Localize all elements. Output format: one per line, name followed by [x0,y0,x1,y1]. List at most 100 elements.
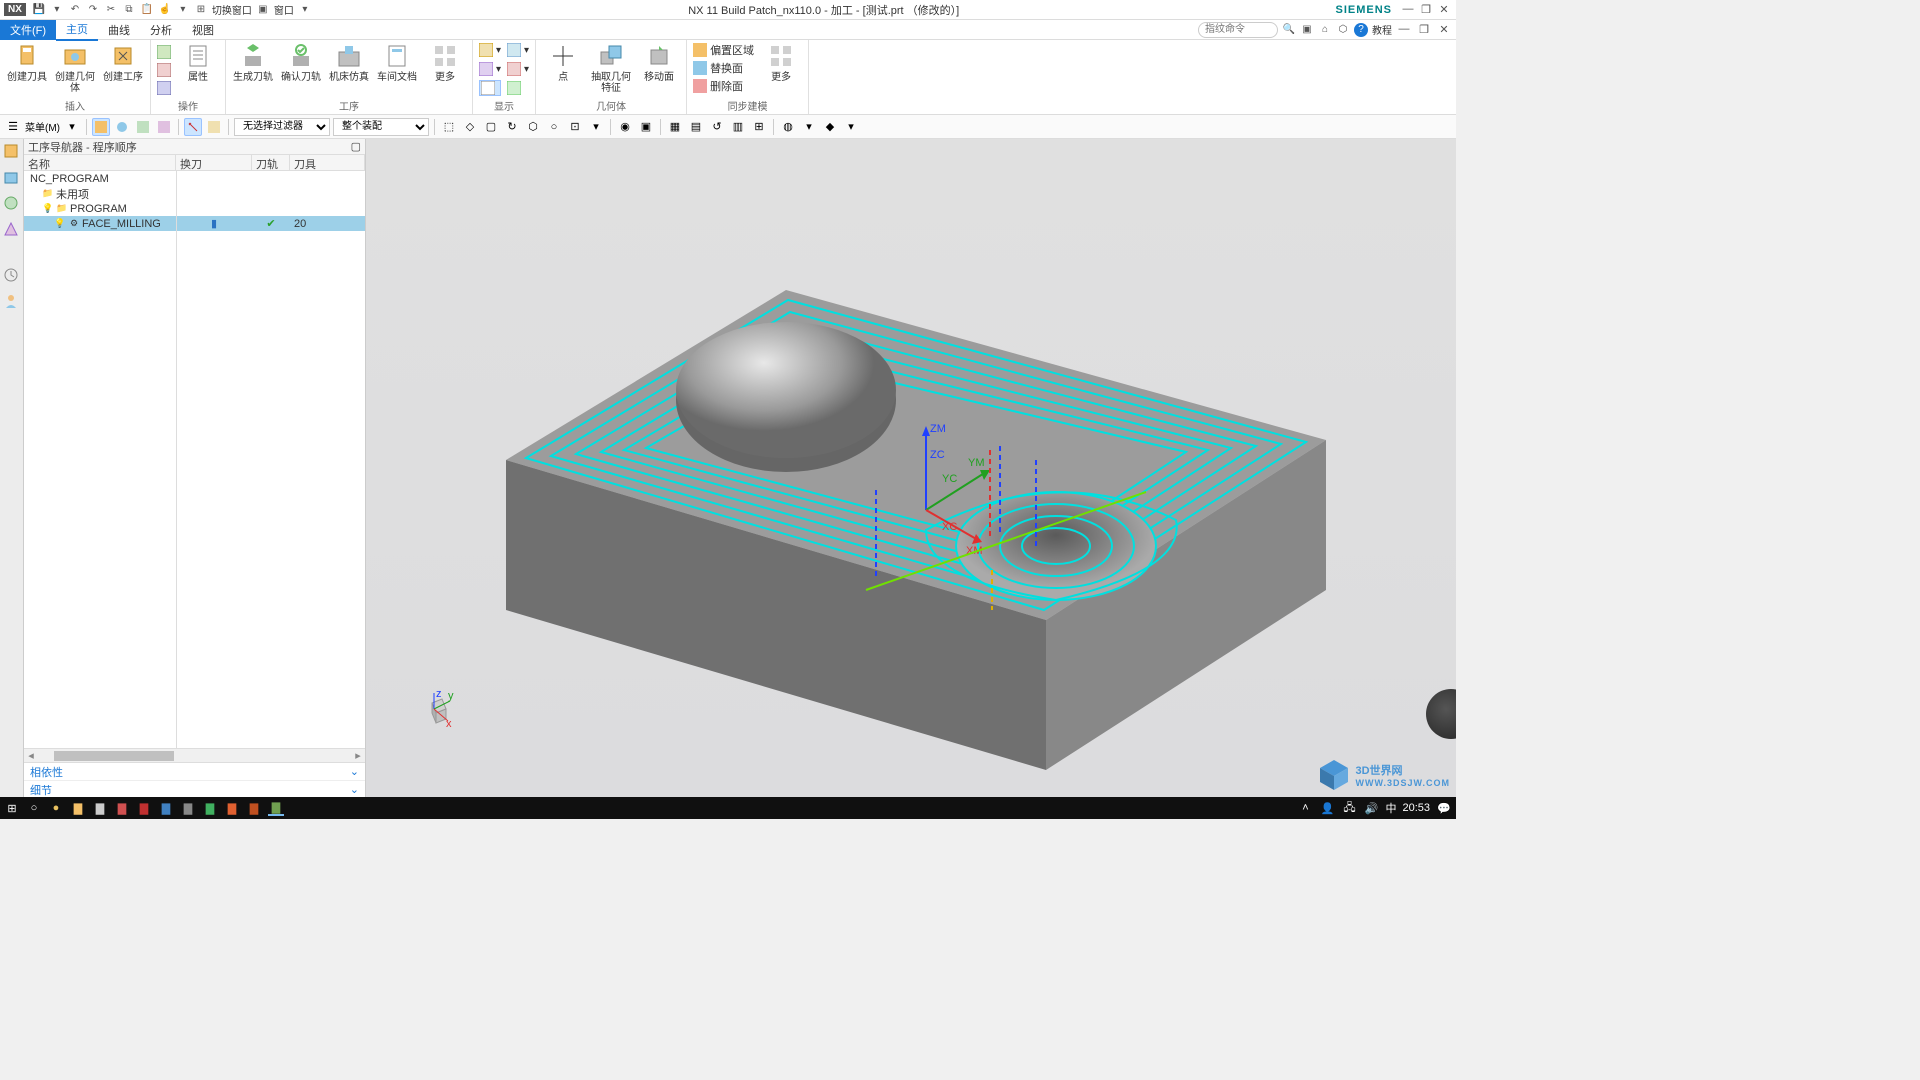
taskbar-app1-icon[interactable]: ▇ [114,800,130,816]
menu-dropdown-icon[interactable]: ☰ [4,118,22,136]
selection-filter-combo[interactable]: 无选择过滤器 [234,118,330,136]
tree-row-unused[interactable]: 📁未用项 [24,186,365,201]
command-search-input[interactable] [1198,22,1278,38]
doc-minimize-button[interactable]: — [1396,23,1412,37]
copy-icon[interactable]: ⧉ [122,3,136,17]
replace-face-button[interactable]: 替换面 [693,60,754,76]
display-icon-3[interactable] [479,80,501,96]
favorite-icon[interactable]: ⬡ [1336,23,1350,37]
touch-icon[interactable]: ☝ [158,3,172,17]
taskbar-nx-icon[interactable]: ▇ [268,800,284,816]
cortana-icon[interactable]: ○ [26,800,42,816]
tray-people-icon[interactable]: 👤 [1319,800,1335,816]
properties-button[interactable]: 属性 [177,42,219,83]
taskbar-chrome-icon[interactable]: ● [48,800,64,816]
nav-operation-icon[interactable] [3,143,21,161]
taskbar-app2-icon[interactable]: ▇ [136,800,152,816]
sel-mode-4-icon[interactable] [155,118,173,136]
tb-icon-s[interactable]: ▾ [842,118,860,136]
display-icon-1[interactable]: ▾ [479,42,501,58]
tray-network-icon[interactable]: 🖧 [1341,800,1357,816]
sel-mode-3-icon[interactable] [134,118,152,136]
extract-geometry-button[interactable]: 抽取几何特征 [590,42,632,94]
nav-method-icon[interactable] [3,221,21,239]
col-path[interactable]: 刀轨 [252,155,290,170]
start-button[interactable]: ⊞ [4,800,20,816]
tab-home[interactable]: 主页 [56,19,98,41]
assembly-filter-combo[interactable]: 整个装配 [333,118,429,136]
restore-button[interactable]: ❐ [1418,3,1434,17]
tb-icon-i[interactable]: ◉ [616,118,634,136]
machine-simulation-button[interactable]: 机床仿真 [328,42,370,83]
taskbar-app3-icon[interactable]: ▇ [158,800,174,816]
tree-row-ncprogram[interactable]: NC_PROGRAM [24,171,365,186]
tray-up-icon[interactable]: ˄ [1297,800,1313,816]
tb-icon-c[interactable]: ▢ [482,118,500,136]
tb-icon-o[interactable]: ⊞ [750,118,768,136]
dependencies-section[interactable]: 相依性⌄ [24,763,365,781]
doc-close-button[interactable]: ✕ [1436,23,1452,37]
help-icon[interactable]: ? [1354,23,1368,37]
create-tool-button[interactable]: 创建刀具 [6,42,48,83]
tb-icon-p[interactable]: ◍ [779,118,797,136]
tray-ime[interactable]: 中 [1385,800,1396,816]
shop-doc-button[interactable]: 车间文档 [376,42,418,83]
tb-icon-r[interactable]: ◆ [821,118,839,136]
action-icon-2[interactable] [157,62,171,78]
create-operation-button[interactable]: 创建工序 [102,42,144,83]
tree-row-facemilling[interactable]: 💡⚙FACE_MILLING ▮ ✔ 20 [24,216,365,231]
tb-icon-h[interactable]: ▾ [587,118,605,136]
display-icon-2[interactable]: ▾ [479,61,501,77]
navigator-tree[interactable]: NC_PROGRAM 📁未用项 💡📁PROGRAM 💡⚙FACE_MILLING… [24,171,365,748]
tab-view[interactable]: 视图 [182,20,224,40]
save-icon[interactable]: 💾 [32,3,46,17]
tb-icon-m[interactable]: ↺ [708,118,726,136]
taskbar-explorer-icon[interactable]: ▇ [70,800,86,816]
tb-icon-b[interactable]: ◇ [461,118,479,136]
undo-icon[interactable]: ↶ [68,3,82,17]
menu-dropdown-caret[interactable]: ▾ [63,118,81,136]
col-tool[interactable]: 刀具 [290,155,365,170]
tray-time[interactable]: 20:53 [1402,802,1430,814]
nav-machine-icon[interactable] [3,169,21,187]
taskbar-store-icon[interactable]: ▇ [92,800,108,816]
tb-icon-a[interactable]: ⬚ [440,118,458,136]
display-icon-5[interactable]: ▾ [507,61,529,77]
col-toolchange[interactable]: 换刀 [176,155,252,170]
window-menu-label[interactable]: 窗口 [274,3,294,17]
tb-icon-l[interactable]: ▤ [687,118,705,136]
create-geometry-button[interactable]: 创建几何体 [54,42,96,94]
tutorial-label[interactable]: 教程 [1372,22,1392,37]
display-icon-4[interactable]: ▾ [507,42,529,58]
tb-icon-n[interactable]: ▥ [729,118,747,136]
tree-row-program[interactable]: 💡📁PROGRAM [24,201,365,216]
nav-history-icon[interactable] [3,267,21,285]
tb-icon-e[interactable]: ⬡ [524,118,542,136]
taskbar-app6-icon[interactable]: ▇ [224,800,240,816]
qat-dropdown-icon[interactable]: ▾ [50,3,64,17]
paste-icon[interactable]: 📋 [140,3,154,17]
delete-face-button[interactable]: 删除面 [693,78,754,94]
navigator-unpin-icon[interactable]: ▢ [351,140,361,153]
menu-label[interactable]: 菜单(M) [25,119,60,134]
tb-icon-j[interactable]: ▣ [637,118,655,136]
move-face-button[interactable]: 移动面 [638,42,680,83]
window-dropdown-icon[interactable]: ▾ [298,3,312,17]
offset-region-button[interactable]: 偏置区域 [693,42,754,58]
nav-geometry-icon[interactable] [3,195,21,213]
search-icon[interactable]: 🔍 [1282,23,1296,37]
tb-icon-f[interactable]: ○ [545,118,563,136]
doc-restore-button[interactable]: ❐ [1416,23,1432,37]
home-icon[interactable]: ⌂ [1318,23,1332,37]
sel-filter-2-icon[interactable] [205,118,223,136]
verify-toolpath-button[interactable]: 确认刀轨 [280,42,322,83]
navigator-hscrollbar[interactable]: ◂ ▸ [24,748,365,762]
open-window-icon[interactable]: ⊞ [194,3,208,17]
more-sync-button[interactable]: 更多 [760,42,802,83]
action-icon-1[interactable] [157,44,171,60]
close-button[interactable]: ✕ [1436,3,1452,17]
window-menu-icon[interactable]: ▣ [256,3,270,17]
file-menu[interactable]: 文件(F) [0,20,56,40]
redo-icon[interactable]: ↷ [86,3,100,17]
tb-icon-q[interactable]: ▾ [800,118,818,136]
